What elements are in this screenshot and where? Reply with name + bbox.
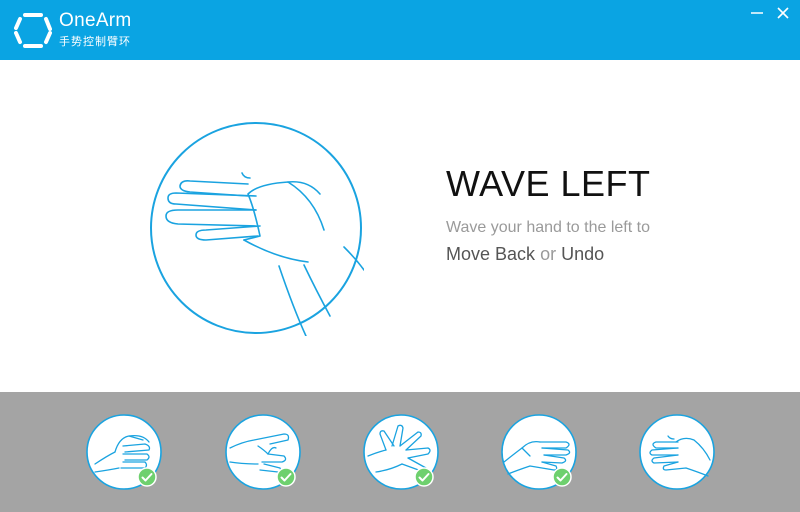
wave-left-hand-icon xyxy=(639,414,715,490)
minimize-button[interactable] xyxy=(746,4,768,22)
thumbnail-wave-right[interactable] xyxy=(500,412,580,492)
wave-left-hand-illustration xyxy=(150,122,364,336)
action-secondary: Undo xyxy=(561,244,605,264)
app-name: OneArm xyxy=(59,10,132,31)
minimize-icon xyxy=(751,12,763,14)
close-icon xyxy=(777,7,789,19)
check-icon xyxy=(552,467,572,487)
title-bar: OneArm 手势控制臂环 xyxy=(0,0,800,60)
gesture-thumbnail-bar xyxy=(0,392,800,512)
close-button[interactable] xyxy=(772,4,794,22)
thumbnail-pinch[interactable] xyxy=(224,412,304,492)
gesture-title: WAVE LEFT xyxy=(446,163,651,204)
thumbnail-spread-fingers[interactable] xyxy=(362,412,442,492)
thumbnail-wave-left[interactable] xyxy=(638,412,718,492)
check-icon xyxy=(137,467,157,487)
onearm-logo-icon xyxy=(14,13,52,48)
gesture-panel: WAVE LEFT Wave your hand to the left to … xyxy=(0,60,800,392)
action-connector: or xyxy=(540,244,557,264)
check-icon xyxy=(414,467,434,487)
thumbnail-fist[interactable] xyxy=(85,412,165,492)
gesture-description: Wave your hand to the left to xyxy=(446,219,650,236)
app-subtitle: 手势控制臂环 xyxy=(59,36,131,48)
action-primary: Move Back xyxy=(446,244,536,264)
check-icon xyxy=(276,467,296,487)
gesture-action-line: Move Back or Undo xyxy=(446,244,604,265)
